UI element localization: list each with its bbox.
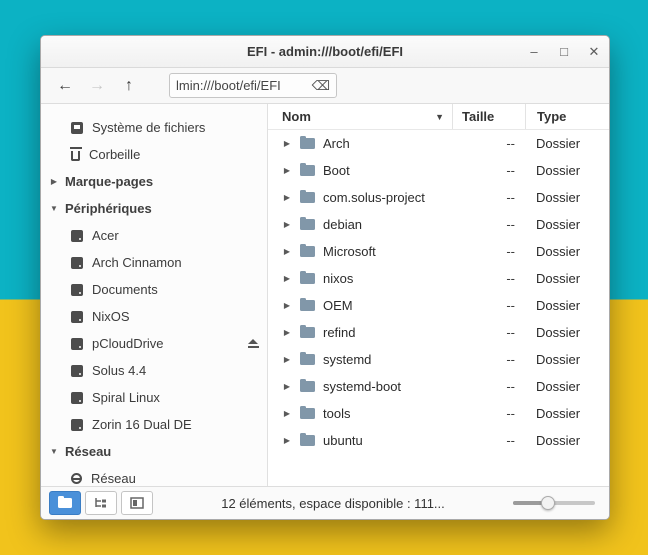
column-header-type[interactable]: Type <box>525 104 609 129</box>
sidebar: Système de fichiers Corbeille ▶ Marque-p… <box>41 104 268 486</box>
file-row[interactable]: ▶systemd -- Dossier <box>268 346 609 373</box>
file-row[interactable]: ▶Boot -- Dossier <box>268 157 609 184</box>
zoom-slider-knob[interactable] <box>541 496 555 510</box>
row-expander-icon[interactable]: ▶ <box>282 193 292 202</box>
tree-view-icon <box>94 497 108 509</box>
drive-icon <box>71 365 83 377</box>
file-row[interactable]: ▶Microsoft -- Dossier <box>268 238 609 265</box>
folder-icon <box>300 435 315 446</box>
compact-view-icon <box>130 497 144 509</box>
toolbar: ← → ↑ lmin:///boot/efi/EFI ⌫ <box>41 68 609 104</box>
sidebar-item-pclouddrive[interactable]: pCloudDrive <box>41 330 267 357</box>
desktop: { "window": { "title": "EFI - admin:///b… <box>0 0 648 555</box>
folder-icon <box>300 300 315 311</box>
window-controls: – □ ✕ <box>519 37 609 67</box>
file-manager-window: EFI - admin:///boot/efi/EFI – □ ✕ ← → ↑ … <box>40 35 610 520</box>
file-row[interactable]: ▶debian -- Dossier <box>268 211 609 238</box>
row-expander-icon[interactable]: ▶ <box>282 274 292 283</box>
forward-button[interactable]: → <box>83 73 111 99</box>
zoom-slider[interactable] <box>513 501 595 505</box>
eject-icon[interactable] <box>248 339 259 348</box>
sidebar-section-bookmarks[interactable]: ▶ Marque-pages <box>41 168 267 195</box>
sidebar-item-spiral-linux[interactable]: Spiral Linux <box>41 384 267 411</box>
folder-icon <box>300 165 315 176</box>
file-row[interactable]: ▶tools -- Dossier <box>268 400 609 427</box>
sidebar-item-arch-cinnamon[interactable]: Arch Cinnamon <box>41 249 267 276</box>
sidebar-item-nixos[interactable]: NixOS <box>41 303 267 330</box>
status-text: 12 éléments, espace disponible : 111... <box>157 496 509 511</box>
compact-view-toggle[interactable] <box>121 491 153 515</box>
row-expander-icon[interactable]: ▶ <box>282 382 292 391</box>
drive-icon <box>71 284 83 296</box>
file-row[interactable]: ▶refind -- Dossier <box>268 319 609 346</box>
row-expander-icon[interactable]: ▶ <box>282 166 292 175</box>
file-row[interactable]: ▶OEM -- Dossier <box>268 292 609 319</box>
sidebar-item-trash[interactable]: Corbeille <box>41 141 267 168</box>
icon-view-toggle[interactable] <box>49 491 81 515</box>
filesystem-icon <box>71 122 83 134</box>
statusbar: 12 éléments, espace disponible : 111... <box>41 486 609 519</box>
tree-view-toggle[interactable] <box>85 491 117 515</box>
file-row[interactable]: ▶com.solus-project -- Dossier <box>268 184 609 211</box>
sort-descending-icon[interactable]: ▼ <box>435 112 444 122</box>
sidebar-item-solus[interactable]: Solus 4.4 <box>41 357 267 384</box>
up-button[interactable]: ↑ <box>115 73 143 99</box>
row-expander-icon[interactable]: ▶ <box>282 139 292 148</box>
sidebar-item-network[interactable]: Réseau <box>41 465 267 486</box>
folder-icon <box>300 273 315 284</box>
folder-icon <box>300 381 315 392</box>
chevron-right-icon[interactable]: ▶ <box>49 177 59 186</box>
folder-icon <box>300 327 315 338</box>
maximize-button[interactable]: □ <box>549 37 579 67</box>
file-list: ▶Arch -- Dossier ▶Boot -- Dossier ▶com.s… <box>268 130 609 486</box>
sidebar-section-network[interactable]: ▼ Réseau <box>41 438 267 465</box>
file-row[interactable]: ▶ubuntu -- Dossier <box>268 427 609 454</box>
sidebar-item-zorin[interactable]: Zorin 16 Dual DE <box>41 411 267 438</box>
column-header-size[interactable]: Taille <box>452 104 525 129</box>
sidebar-item-documents[interactable]: Documents <box>41 276 267 303</box>
drive-icon <box>71 392 83 404</box>
cloud-drive-icon <box>71 338 83 350</box>
folder-icon <box>58 498 72 508</box>
drive-icon <box>71 419 83 431</box>
content-area: Système de fichiers Corbeille ▶ Marque-p… <box>41 104 609 486</box>
trash-icon <box>71 151 80 161</box>
back-button[interactable]: ← <box>51 73 79 99</box>
file-row[interactable]: ▶systemd-boot -- Dossier <box>268 373 609 400</box>
titlebar[interactable]: EFI - admin:///boot/efi/EFI – □ ✕ <box>41 36 609 68</box>
network-icon <box>71 473 82 484</box>
folder-icon <box>300 246 315 257</box>
drive-icon <box>71 230 83 242</box>
location-text[interactable]: lmin:///boot/efi/EFI <box>176 78 308 93</box>
folder-icon <box>300 138 315 149</box>
row-expander-icon[interactable]: ▶ <box>282 247 292 256</box>
row-expander-icon[interactable]: ▶ <box>282 409 292 418</box>
chevron-down-icon[interactable]: ▼ <box>49 447 59 456</box>
minimize-button[interactable]: – <box>519 37 549 67</box>
row-expander-icon[interactable]: ▶ <box>282 355 292 364</box>
column-header-name[interactable]: Nom ▼ <box>268 109 452 124</box>
location-bar[interactable]: lmin:///boot/efi/EFI ⌫ <box>169 73 337 98</box>
folder-icon <box>300 354 315 365</box>
folder-icon <box>300 192 315 203</box>
sidebar-section-devices[interactable]: ▼ Périphériques <box>41 195 267 222</box>
file-list-pane: Nom ▼ Taille Type ▶Arch -- Dossier ▶Boot <box>268 104 609 486</box>
clear-location-icon[interactable]: ⌫ <box>312 78 330 94</box>
row-expander-icon[interactable]: ▶ <box>282 436 292 445</box>
close-button[interactable]: ✕ <box>579 37 609 67</box>
drive-icon <box>71 311 83 323</box>
row-expander-icon[interactable]: ▶ <box>282 220 292 229</box>
row-expander-icon[interactable]: ▶ <box>282 328 292 337</box>
row-expander-icon[interactable]: ▶ <box>282 301 292 310</box>
file-row[interactable]: ▶Arch -- Dossier <box>268 130 609 157</box>
sidebar-item-filesystem[interactable]: Système de fichiers <box>41 114 267 141</box>
chevron-down-icon[interactable]: ▼ <box>49 204 59 213</box>
sidebar-item-acer[interactable]: Acer <box>41 222 267 249</box>
drive-icon <box>71 257 83 269</box>
folder-icon <box>300 408 315 419</box>
folder-icon <box>300 219 315 230</box>
file-row[interactable]: ▶nixos -- Dossier <box>268 265 609 292</box>
column-headers: Nom ▼ Taille Type <box>268 104 609 130</box>
